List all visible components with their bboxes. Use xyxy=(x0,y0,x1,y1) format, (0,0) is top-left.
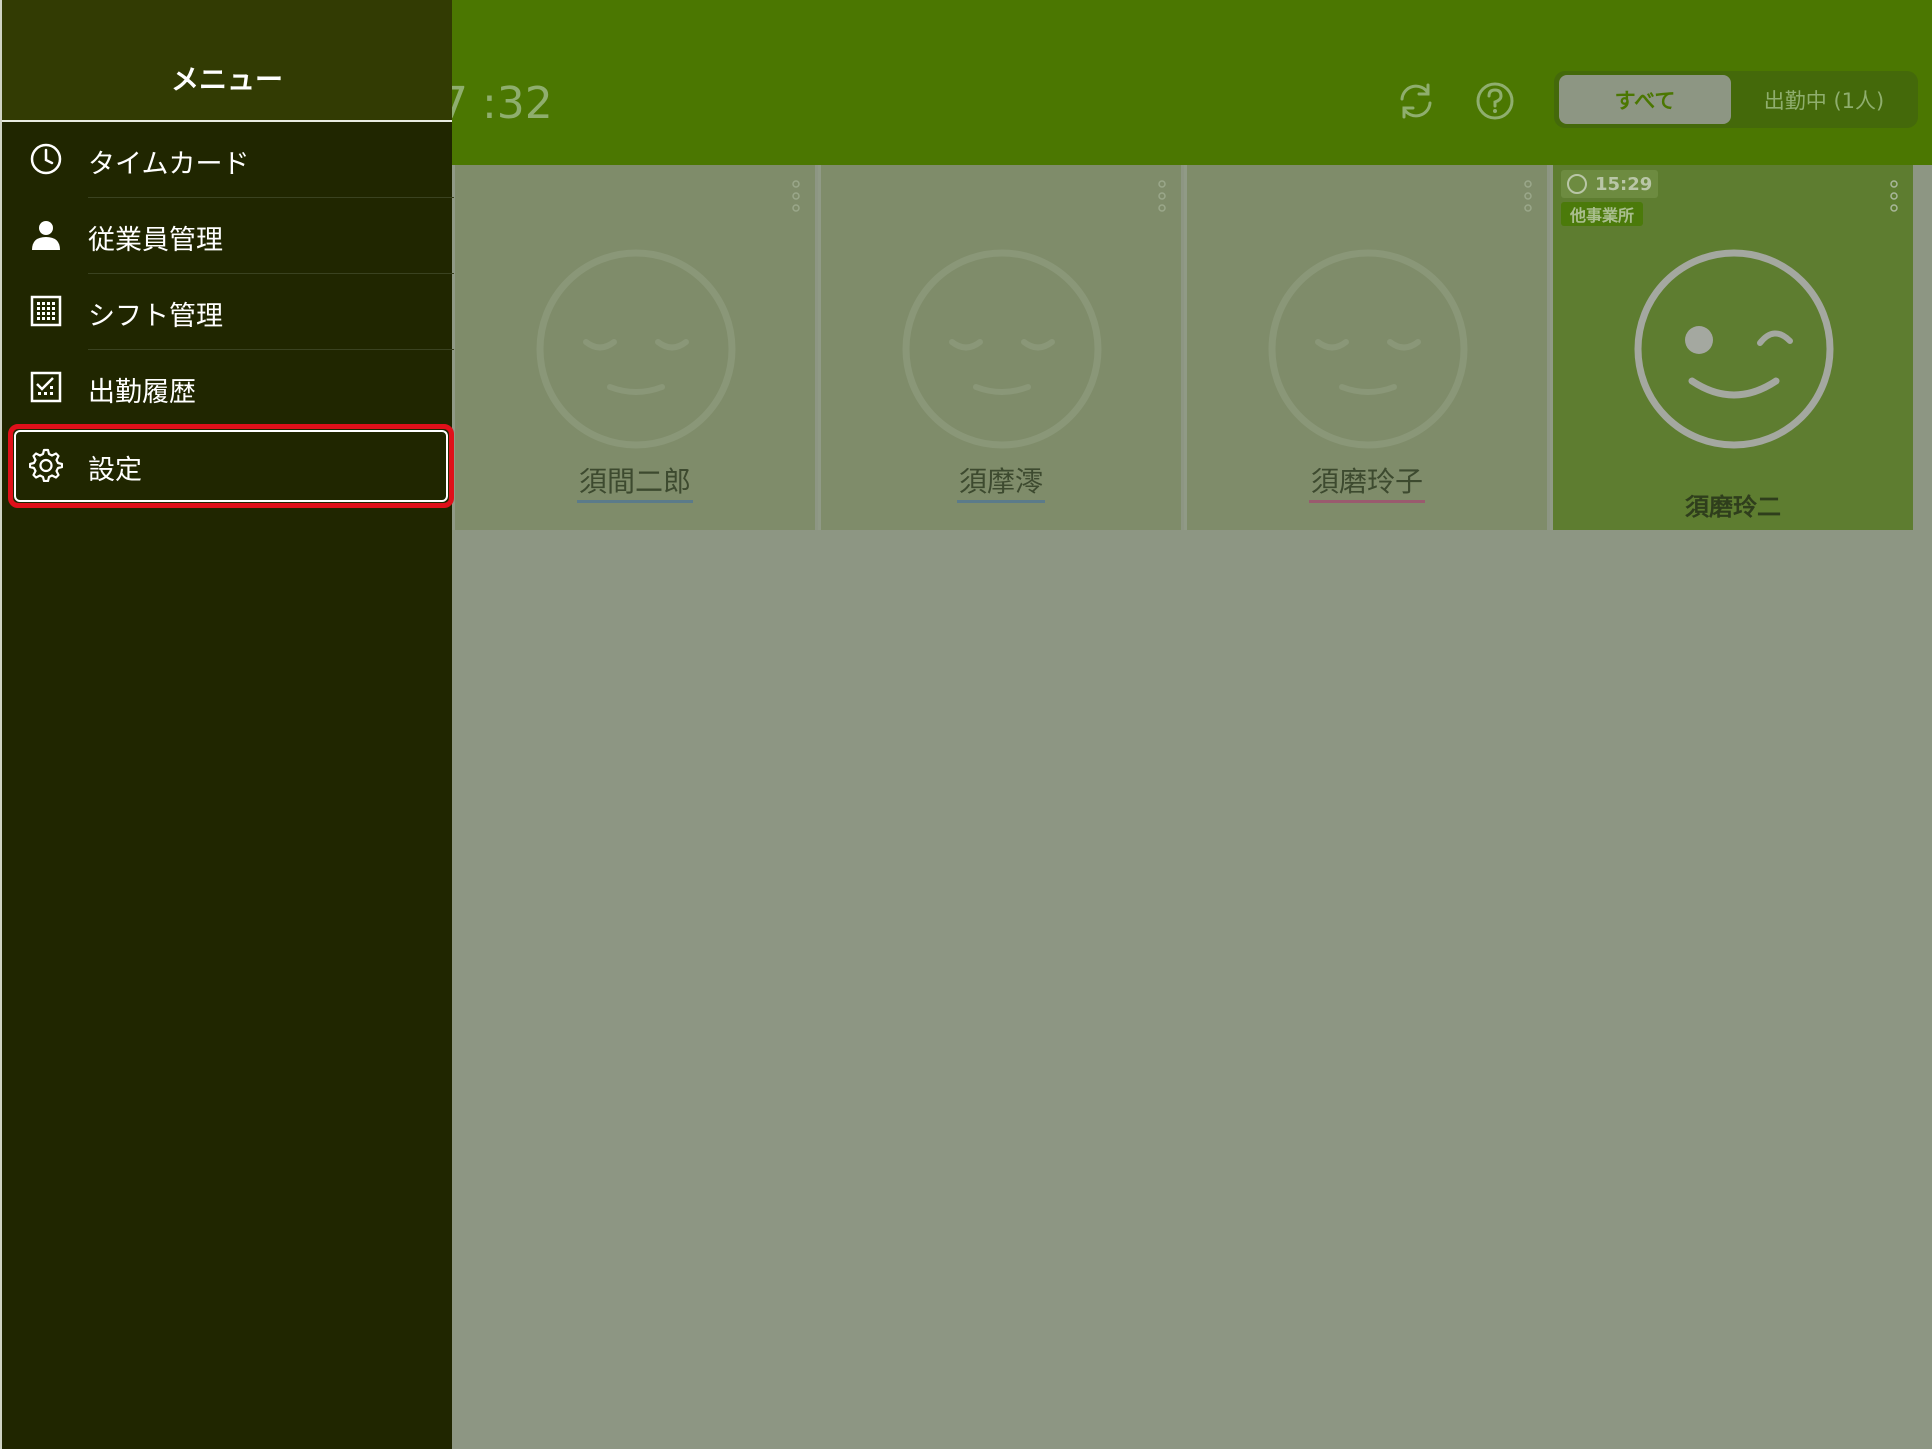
employee-name: 須磨玲二 xyxy=(1685,493,1781,521)
location-badge: 他事業所 xyxy=(1561,202,1644,226)
menu-item-label: シフト管理 xyxy=(88,301,223,332)
menu-item-history[interactable]: 出勤履歴 xyxy=(2,350,454,426)
clock-in-time-badge: 15:29 xyxy=(1561,170,1659,198)
menu-header: メニュー xyxy=(2,0,452,122)
side-menu: メニュー タイムカード 従業員管理 シフト管理 出勤履歴 設定 xyxy=(0,0,454,1449)
calendar-grid-icon xyxy=(29,294,63,328)
more-options-icon[interactable] xyxy=(791,179,801,213)
employee-card[interactable]: 15:29 他事業所 須磨玲二 xyxy=(1550,165,1913,530)
employee-card[interactable]: 須間二郎 xyxy=(452,165,815,530)
winking-face-icon xyxy=(1632,247,1836,451)
status-circle-icon xyxy=(1567,174,1587,194)
menu-title: メニュー xyxy=(170,63,283,96)
person-icon xyxy=(29,218,63,252)
help-icon[interactable] xyxy=(1473,79,1517,123)
more-options-icon[interactable] xyxy=(1889,179,1899,213)
employee-name: 須間二郎 xyxy=(455,460,815,503)
menu-item-label: 出勤履歴 xyxy=(88,377,196,408)
filter-all-button[interactable]: すべて xyxy=(1559,75,1731,124)
selection-highlight xyxy=(8,424,454,508)
refresh-icon[interactable] xyxy=(1394,79,1438,123)
filter-working-button[interactable]: 出勤中 (1人) xyxy=(1734,75,1914,124)
menu-item-label: タイムカード xyxy=(88,149,250,180)
history-chart-icon xyxy=(29,370,63,404)
menu-item-shifts[interactable]: シフト管理 xyxy=(2,274,454,350)
sleeping-face-icon xyxy=(900,247,1104,451)
more-options-icon[interactable] xyxy=(1157,179,1167,213)
sleeping-face-icon xyxy=(534,247,738,451)
employee-name: 須磨玲子 xyxy=(1187,460,1547,503)
menu-item-label: 従業員管理 xyxy=(88,225,223,256)
clock-icon xyxy=(29,142,63,176)
sleeping-face-icon xyxy=(1266,247,1470,451)
menu-item-timecard[interactable]: タイムカード xyxy=(2,122,454,198)
employee-card[interactable]: 須摩澪 xyxy=(818,165,1181,530)
filter-segmented-control: すべて 出勤中 (1人) xyxy=(1554,71,1918,128)
employee-name: 須摩澪 xyxy=(821,460,1181,503)
clock-in-time: 15:29 xyxy=(1595,173,1653,195)
employee-card[interactable]: 須磨玲子 xyxy=(1184,165,1547,530)
current-time: 7 :32 xyxy=(440,78,553,129)
menu-item-employees[interactable]: 従業員管理 xyxy=(2,198,454,274)
more-options-icon[interactable] xyxy=(1523,179,1533,213)
